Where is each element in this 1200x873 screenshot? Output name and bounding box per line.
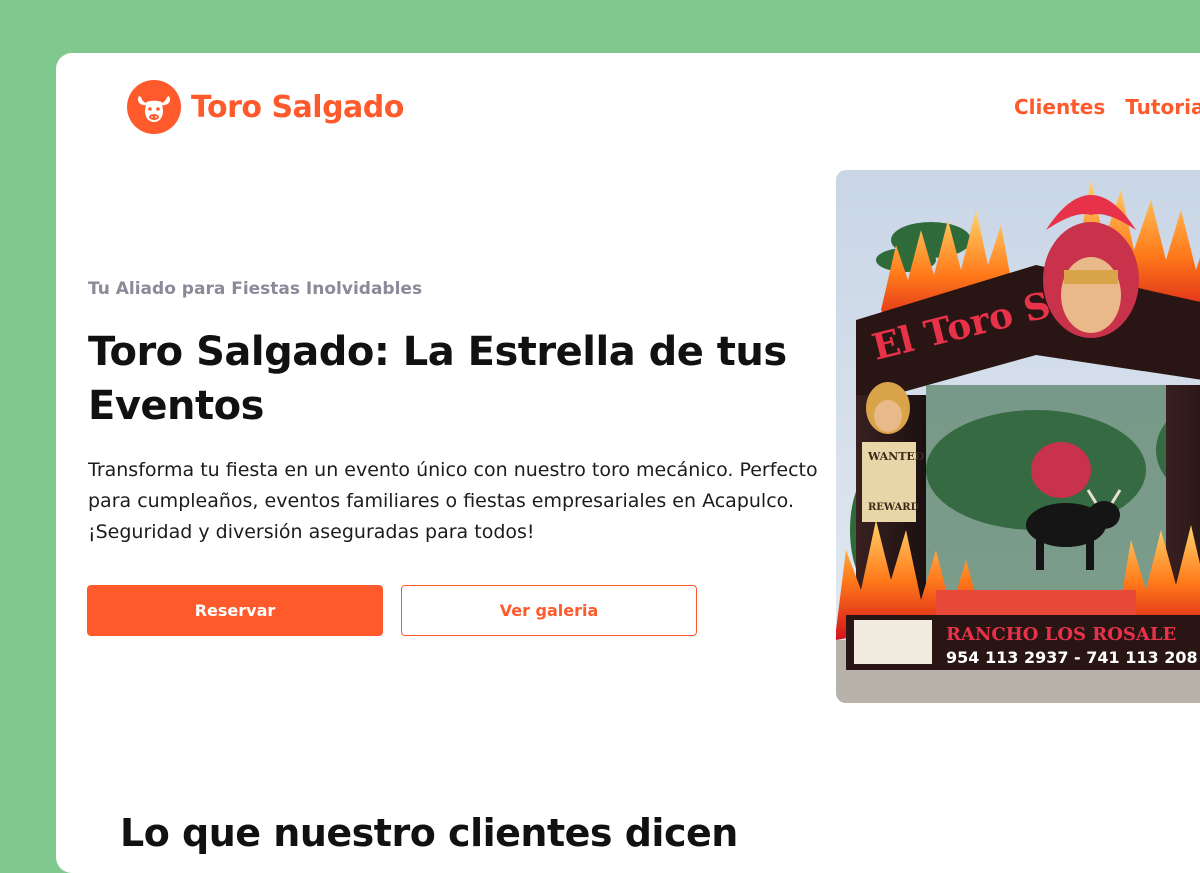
ranch-text: RANCHO LOS ROSALE bbox=[946, 624, 1176, 645]
inflatable-bull-arena-illustration: El Toro Sa WANTED REWARD RANCHO LOS ROSA… bbox=[836, 170, 1200, 703]
bull-head-icon bbox=[127, 80, 181, 134]
hero-image-mechanical-bull: El Toro Sa WANTED REWARD RANCHO LOS ROSA… bbox=[836, 170, 1200, 703]
nav-item-tutorial[interactable]: Tutorial bbox=[1125, 95, 1200, 119]
ver-galeria-button[interactable]: Ver galeria bbox=[401, 585, 697, 636]
hero-eyebrow: Tu Aliado para Fiestas Inolvidables bbox=[88, 279, 423, 299]
nav-item-clientes[interactable]: Clientes bbox=[1014, 95, 1105, 119]
page-card: Toro Salgado Clientes Tutorial Tu Aliado… bbox=[56, 53, 1200, 873]
testimonials-title: Lo que nuestro clientes dicen bbox=[120, 811, 738, 855]
hero-description: Transforma tu fiesta en un evento único … bbox=[88, 459, 818, 543]
brand-logo-link[interactable]: Toro Salgado bbox=[127, 80, 404, 134]
main-nav: Clientes Tutorial bbox=[1014, 95, 1200, 119]
phones-text: 954 113 2937 - 741 113 208 bbox=[946, 648, 1198, 667]
hero-title: Toro Salgado: La Estrella de tus Eventos bbox=[88, 329, 787, 429]
wanted-text: WANTED bbox=[867, 450, 925, 463]
reward-text: REWARD bbox=[868, 502, 920, 513]
reservar-button[interactable]: Reservar bbox=[87, 585, 383, 636]
brand-name: Toro Salgado bbox=[191, 89, 404, 125]
